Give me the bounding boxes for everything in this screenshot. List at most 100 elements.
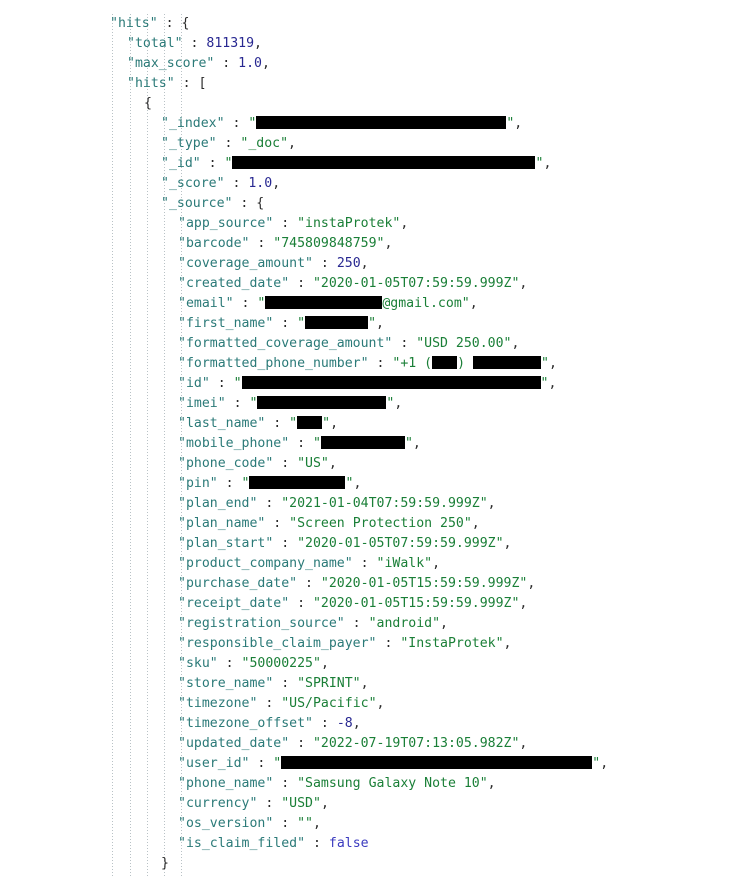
json-punc-token: : bbox=[265, 516, 290, 531]
json-punc-token: : bbox=[273, 316, 298, 331]
json-line: "plan_end" : "2021-01-04T07:59:59.999Z", bbox=[0, 494, 750, 514]
json-str-token: "instaProtek" bbox=[297, 216, 401, 231]
json-line: "id" : " ", bbox=[0, 374, 750, 394]
json-str-token: "2020-01-05T07:59:59.999Z" bbox=[297, 536, 504, 551]
json-line: "timezone" : "US/Pacific", bbox=[0, 694, 750, 714]
json-line: "coverage_amount" : 250, bbox=[0, 254, 750, 274]
json-line: "responsible_claim_payer" : "InstaProtek… bbox=[0, 634, 750, 654]
json-str-token: "US/Pacific" bbox=[281, 696, 377, 711]
json-punc-token: , bbox=[527, 576, 536, 591]
json-punc-token: : bbox=[224, 176, 249, 191]
json-key-token: "formatted_coverage_amount" bbox=[178, 336, 393, 351]
redacted-value bbox=[232, 156, 536, 169]
redacted-value bbox=[281, 756, 593, 769]
json-key-token: "max_score" bbox=[127, 56, 215, 71]
redacted-value bbox=[256, 116, 507, 129]
json-line: "formatted_phone_number" : "+1 () ", bbox=[0, 354, 750, 374]
json-line: "plan_name" : "Screen Protection 250", bbox=[0, 514, 750, 534]
json-code-block[interactable]: "hits" : { "total" : 811319, "max_score" :… bbox=[0, 14, 750, 874]
json-line: "timezone_offset" : -8, bbox=[0, 714, 750, 734]
json-punc-token: : bbox=[352, 556, 377, 571]
json-str-token: " bbox=[289, 416, 298, 431]
redacted-value bbox=[472, 356, 541, 369]
json-punc-token: : bbox=[200, 156, 225, 171]
json-punc-token: , bbox=[514, 116, 523, 131]
redacted-value bbox=[265, 296, 383, 309]
json-line: "last_name" : " ", bbox=[0, 414, 750, 434]
json-line: "mobile_phone" : " ", bbox=[0, 434, 750, 454]
json-key-token: "currency" bbox=[178, 796, 258, 811]
json-line: "hits" : [ bbox=[0, 74, 750, 94]
json-key-token: "timezone" bbox=[178, 696, 258, 711]
json-viewer[interactable]: "hits" : { "total" : 811319, "max_score" :… bbox=[0, 0, 750, 877]
json-str-token: " bbox=[249, 396, 258, 411]
json-punc-token: , bbox=[353, 476, 362, 491]
json-str-token: "InstaProtek" bbox=[400, 636, 504, 651]
json-str-token: "_doc" bbox=[240, 136, 289, 151]
json-str-token: "SPRINT" bbox=[297, 676, 361, 691]
json-punc-token: , bbox=[376, 696, 385, 711]
json-punc-token: , bbox=[511, 336, 520, 351]
json-key-token: "_id" bbox=[161, 156, 201, 171]
json-punc-token: : bbox=[312, 256, 337, 271]
redacted-value bbox=[297, 416, 323, 429]
json-line: } bbox=[0, 854, 750, 874]
json-line: "first_name" : " ", bbox=[0, 314, 750, 334]
json-punc-token: , bbox=[412, 436, 421, 451]
json-str-token: " bbox=[540, 376, 549, 391]
json-bool-token: false bbox=[328, 836, 369, 851]
json-punc-token: , bbox=[487, 496, 496, 511]
json-line: "currency" : "USD", bbox=[0, 794, 750, 814]
json-line: { bbox=[0, 94, 750, 114]
json-key-token: "_index" bbox=[161, 116, 225, 131]
json-str-token: " bbox=[312, 436, 321, 451]
json-punc-token: , bbox=[254, 36, 262, 51]
json-punc-token: , bbox=[288, 136, 296, 151]
json-key-token: "_type" bbox=[161, 136, 217, 151]
json-str-token: "USD 250.00" bbox=[416, 336, 512, 351]
json-key-token: "os_version" bbox=[178, 816, 274, 831]
json-str-token: "USD" bbox=[281, 796, 321, 811]
json-str-token: "50000225" bbox=[241, 656, 321, 671]
json-str-token: " bbox=[404, 436, 413, 451]
json-str-token: " bbox=[592, 756, 601, 771]
json-punc-token: : bbox=[289, 436, 313, 451]
redacted-value bbox=[432, 356, 458, 369]
json-line: "os_version" : "", bbox=[0, 814, 750, 834]
json-punc-token: , bbox=[360, 676, 369, 691]
json-key-token: "phone_name" bbox=[178, 776, 274, 791]
json-num-token: -8 bbox=[336, 716, 353, 731]
json-line: "imei" : " ", bbox=[0, 394, 750, 414]
json-key-token: "email" bbox=[178, 296, 234, 311]
json-punc-token: , bbox=[272, 176, 281, 191]
json-punc-token: : bbox=[257, 796, 282, 811]
json-key-token: "hits" bbox=[110, 16, 158, 31]
json-punc-token: , bbox=[394, 396, 403, 411]
json-punc-token: : bbox=[273, 456, 298, 471]
json-punc-token: : bbox=[217, 656, 242, 671]
json-key-token: "_source" bbox=[161, 196, 233, 211]
json-str-token: "2021-01-04T07:59:59.999Z" bbox=[281, 496, 488, 511]
json-punc-token: : bbox=[312, 716, 337, 731]
json-str-token: " bbox=[273, 756, 282, 771]
json-punc-token: : bbox=[182, 36, 207, 51]
json-str-token: "2020-01-05T15:59:59.999Z" bbox=[320, 576, 528, 591]
json-line: "phone_code" : "US", bbox=[0, 454, 750, 474]
json-line: "app_source" : "instaProtek", bbox=[0, 214, 750, 234]
redacted-value bbox=[305, 316, 369, 329]
json-str-token: "2022-07-19T07:13:05.982Z" bbox=[312, 736, 520, 751]
json-str-token: "" bbox=[297, 816, 313, 831]
json-punc-token: : bbox=[257, 696, 282, 711]
json-punc-token: } bbox=[161, 856, 169, 871]
json-punc-token: , bbox=[352, 716, 361, 731]
json-punc-token: : bbox=[157, 16, 182, 31]
json-punc-token: , bbox=[320, 796, 329, 811]
json-line: "is_claim_filed" : false bbox=[0, 834, 750, 854]
json-line: "total" : 811319, bbox=[0, 34, 750, 54]
json-key-token: "app_source" bbox=[178, 216, 274, 231]
json-num-token: 1.0 bbox=[238, 56, 262, 71]
json-line: "email" : " @gmail.com", bbox=[0, 294, 750, 314]
json-line: "store_name" : "SPRINT", bbox=[0, 674, 750, 694]
json-str-token: "android" bbox=[368, 616, 441, 631]
json-punc-token: : bbox=[289, 736, 313, 751]
